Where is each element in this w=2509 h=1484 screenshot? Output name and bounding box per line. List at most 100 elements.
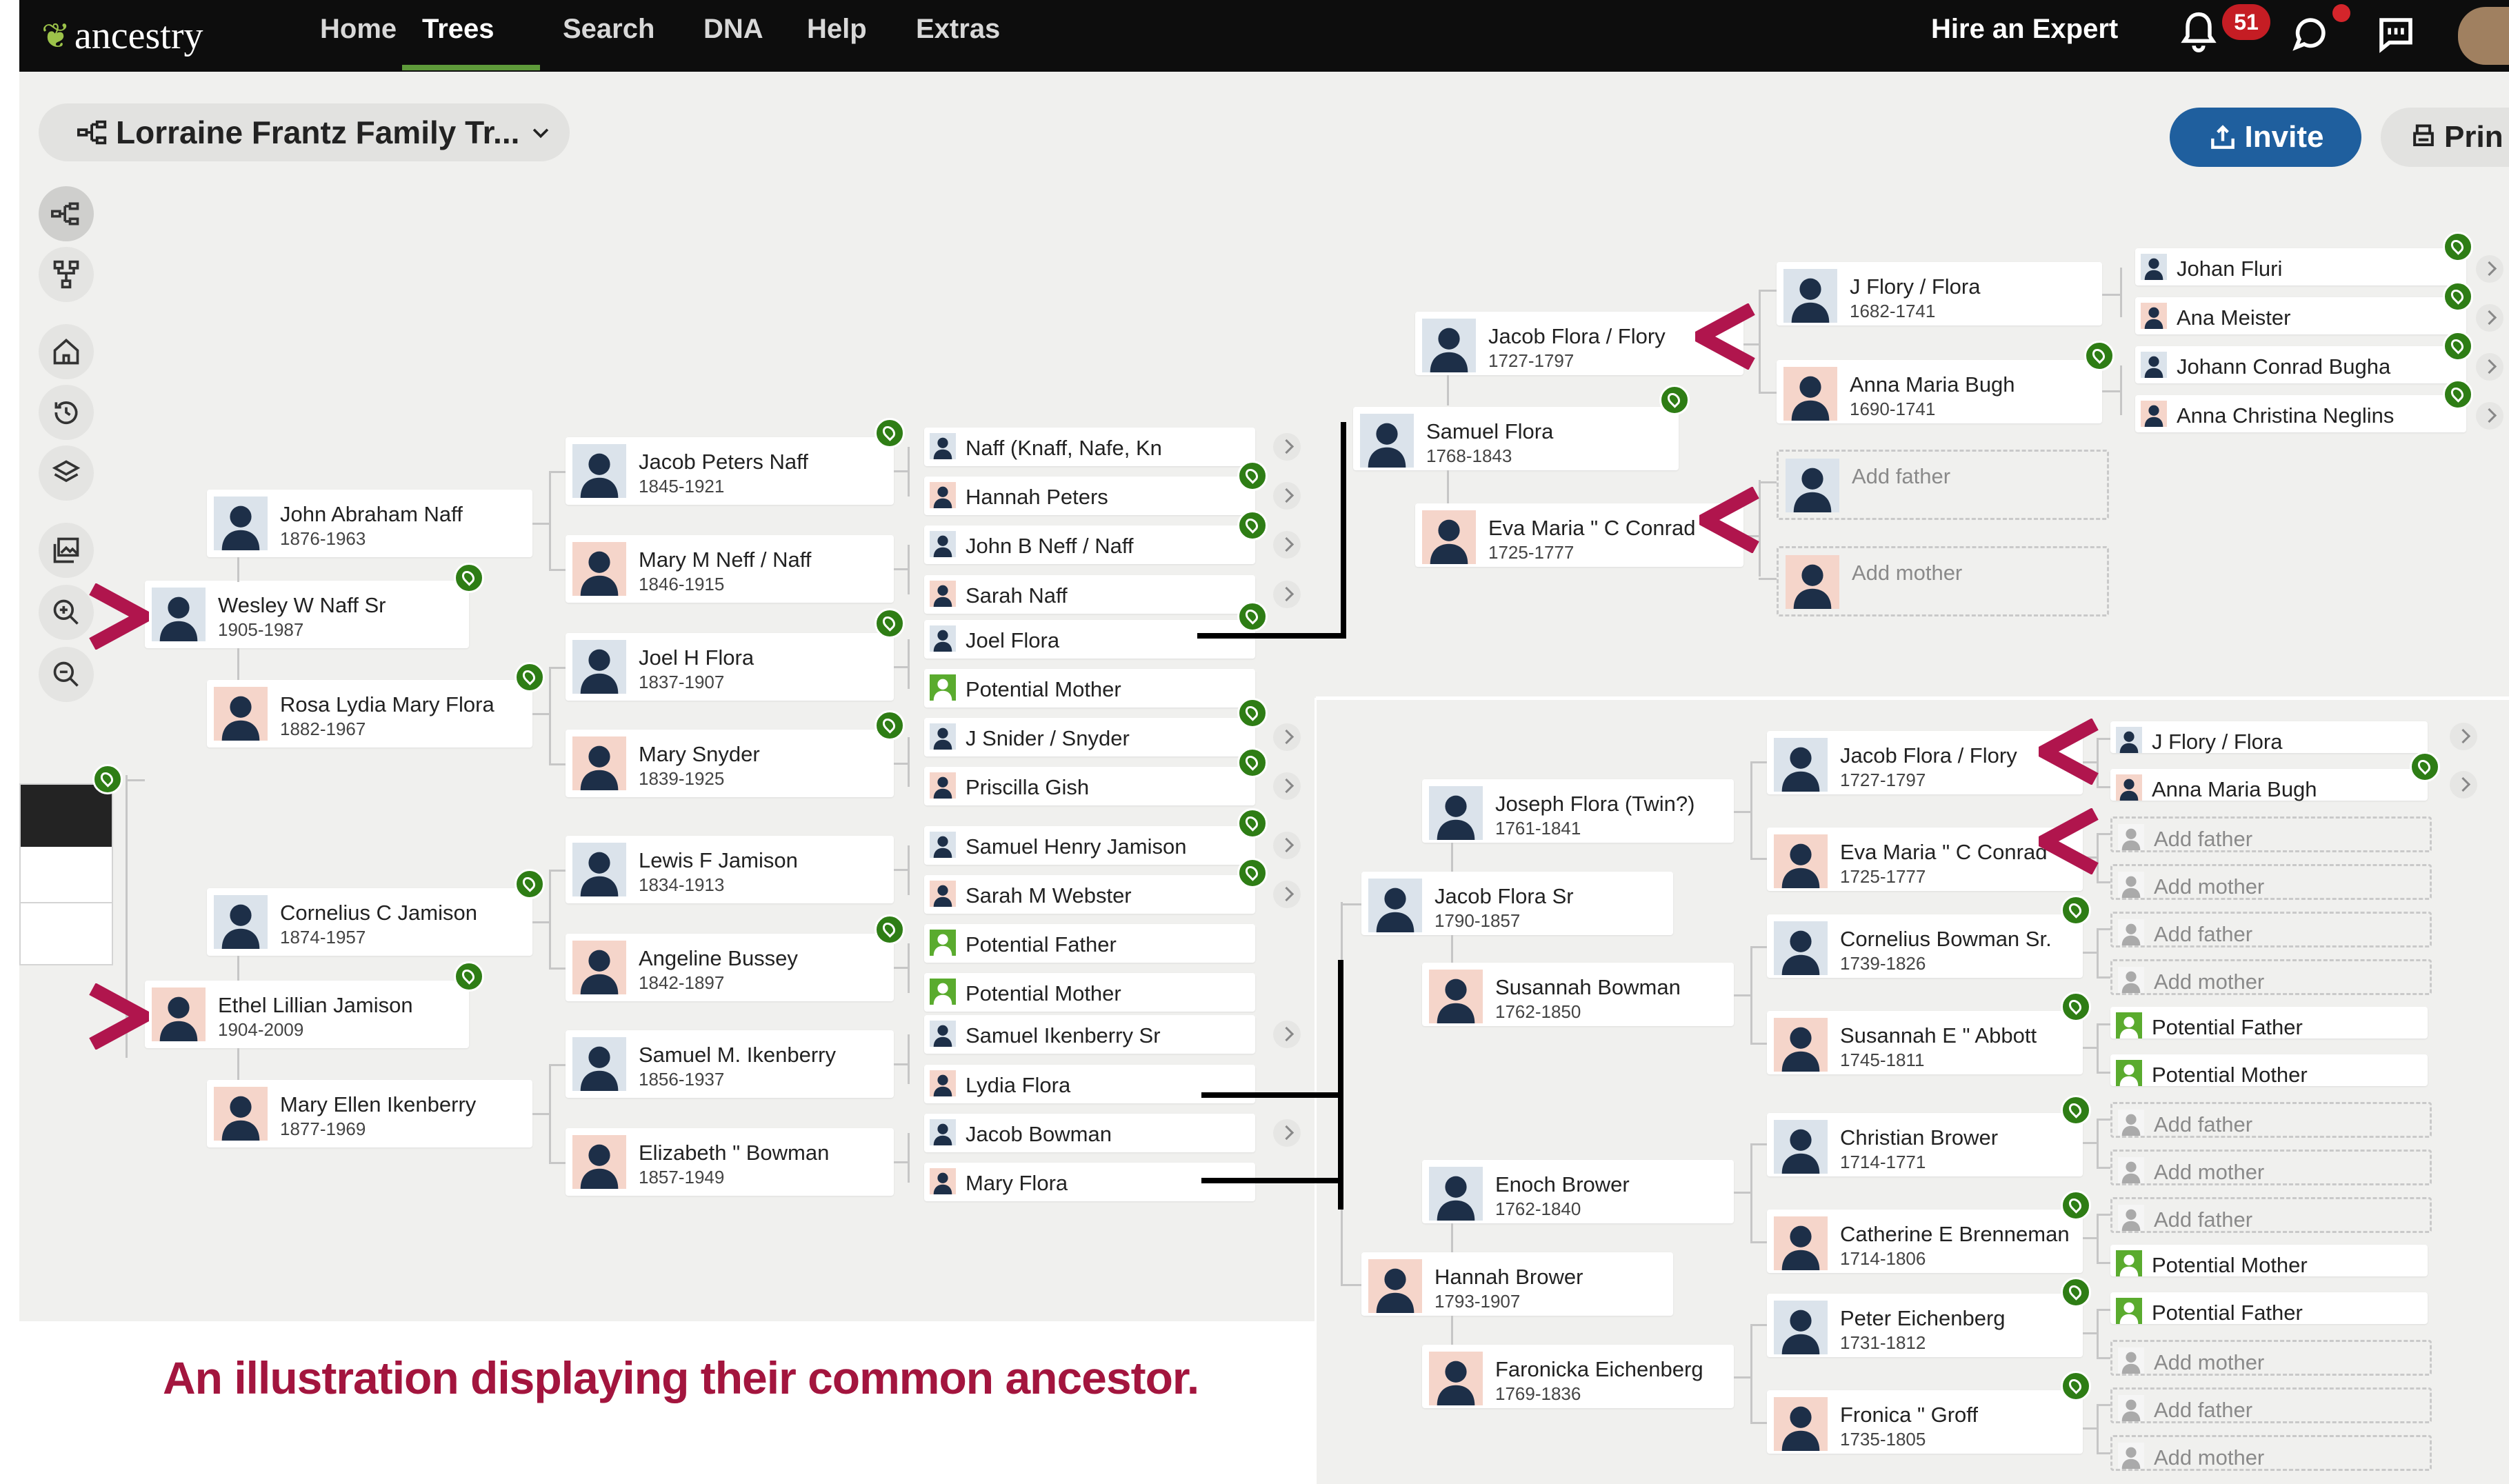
ancestor-card-add-father[interactable]: Add father: [2110, 1387, 2432, 1423]
recent-history-button[interactable]: [39, 385, 94, 440]
expand-chevron-icon[interactable]: [1273, 580, 1301, 608]
person-card-angeline-bussey[interactable]: Angeline Bussey 1842-1897: [566, 934, 894, 1001]
ancestor-card-potential-mother[interactable]: Potential Mother: [2110, 1245, 2428, 1277]
person-card-elizabeth-bowman[interactable]: Elizabeth " Bowman 1857-1949: [566, 1128, 894, 1196]
person-card-enoch-brower[interactable]: Enoch Brower 1762-1840: [1422, 1160, 1734, 1223]
ancestor-card-add-father[interactable]: Add father: [2110, 912, 2432, 947]
zoom-out-button[interactable]: [39, 647, 94, 702]
hint-leaf-icon[interactable]: [874, 914, 905, 945]
ancestor-card-ana-meister[interactable]: Ana Meister: [2135, 297, 2466, 334]
ancestor-card-add-mother[interactable]: Add mother: [2110, 959, 2432, 995]
hint-leaf-icon[interactable]: [92, 764, 123, 794]
ancestor-card-j-snider-snyder[interactable]: J Snider / Snyder: [924, 718, 1255, 757]
person-card-samuel-flora[interactable]: Samuel Flora 1768-1843: [1353, 407, 1679, 470]
person-card-eva-maria-conrad[interactable]: Eva Maria " C Conrad 1725-1777: [1415, 503, 1743, 567]
hint-leaf-icon[interactable]: [2061, 1095, 2091, 1125]
ancestor-card-jacob-bowman[interactable]: Jacob Bowman: [924, 1113, 1255, 1152]
hint-leaf-icon[interactable]: [1237, 858, 1268, 888]
person-card-mary-snyder[interactable]: Mary Snyder 1839-1925: [566, 730, 894, 797]
hire-an-expert-link[interactable]: Hire an Expert: [1931, 14, 2118, 45]
ancestor-card-sarah-m-webster[interactable]: Sarah M Webster: [924, 874, 1255, 914]
person-card-jacob-flora-flory[interactable]: Jacob Flora / Flory 1727-1797: [1415, 312, 1743, 375]
ancestor-card-add-father[interactable]: Add father: [2110, 1102, 2432, 1138]
person-card-rosa-lydia-mary-flora[interactable]: Rosa Lydia Mary Flora 1882-1967: [207, 680, 532, 748]
person-card-catherine-e-brenneman[interactable]: Catherine E Brenneman 1714-1806: [1767, 1210, 2083, 1273]
add-father-card[interactable]: Add father: [1777, 450, 2109, 520]
nav-search[interactable]: Search: [563, 14, 654, 45]
person-card-jacob-flora-flory[interactable]: Jacob Flora / Flory 1727-1797: [1767, 731, 2083, 794]
tree-selector-dropdown[interactable]: Lorraine Frantz Family Tr...: [39, 103, 570, 161]
person-card-cornelius-c-jamison[interactable]: Cornelius C Jamison 1874-1957: [207, 888, 532, 956]
hint-leaf-icon[interactable]: [1659, 385, 1690, 415]
hint-leaf-icon[interactable]: [1237, 808, 1268, 839]
hint-leaf-icon[interactable]: [454, 563, 484, 593]
ancestor-card-anna-christina-neglins[interactable]: Anna Christina Neglins: [2135, 395, 2466, 432]
person-card-wesley-w-naff-sr[interactable]: Wesley W Naff Sr 1905-1987: [145, 581, 469, 648]
add-mother-card[interactable]: Add mother: [1777, 546, 2109, 616]
person-card-christian-brower[interactable]: Christian Brower 1714-1771: [1767, 1113, 2083, 1176]
invite-button[interactable]: Invite: [2170, 108, 2361, 167]
ancestor-card-potential-father[interactable]: Potential Father: [2110, 1292, 2428, 1325]
ancestor-card-anna-maria-bugh[interactable]: Anna Maria Bugh: [2110, 769, 2428, 801]
person-card-faronicka-eichenberg[interactable]: Faronicka Eichenberg 1769-1836: [1422, 1345, 1734, 1408]
person-card-samuel-m-ikenberry[interactable]: Samuel M. Ikenberry 1856-1937: [566, 1030, 894, 1098]
hint-leaf-icon[interactable]: [514, 662, 545, 692]
person-card-joel-h-flora[interactable]: Joel H Flora 1837-1907: [566, 633, 894, 701]
ancestor-card-sarah-naff[interactable]: Sarah Naff: [924, 574, 1255, 614]
hint-leaf-icon[interactable]: [454, 961, 484, 992]
hint-leaf-icon[interactable]: [2061, 992, 2091, 1022]
ancestor-card-add-mother[interactable]: Add mother: [2110, 1340, 2432, 1376]
person-card-hannah-brower[interactable]: Hannah Brower 1793-1907: [1361, 1252, 1673, 1316]
expand-chevron-icon[interactable]: [1273, 723, 1301, 752]
person-card-fronica-groff[interactable]: Fronica " Groff 1735-1805: [1767, 1390, 2083, 1454]
ancestor-card-johann-conrad-bugha[interactable]: Johann Conrad Bugha: [2135, 346, 2466, 383]
family-view-button[interactable]: [39, 247, 94, 302]
person-card-jacob-peters-naff[interactable]: Jacob Peters Naff 1845-1921: [566, 437, 894, 505]
person-card-susannah-bowman[interactable]: Susannah Bowman 1762-1850: [1422, 963, 1734, 1026]
expand-chevron-icon[interactable]: [1273, 831, 1301, 859]
nav-extras[interactable]: Extras: [916, 14, 1000, 45]
nav-dna[interactable]: DNA: [703, 14, 763, 45]
nav-help[interactable]: Help: [807, 14, 867, 45]
expand-chevron-icon[interactable]: [2476, 353, 2503, 381]
user-avatar[interactable]: [2458, 7, 2509, 65]
person-card-joseph-flora[interactable]: Joseph Flora (Twin?) 1761-1841: [1422, 779, 1734, 843]
nav-trees[interactable]: Trees: [422, 14, 494, 45]
hint-leaf-icon[interactable]: [2084, 341, 2115, 371]
expand-chevron-icon[interactable]: [1273, 482, 1301, 510]
ancestor-card-potential-mother[interactable]: Potential Mother: [924, 669, 1255, 708]
zoom-in-button[interactable]: [39, 585, 94, 640]
ancestor-card-j-flory-flora[interactable]: J Flory / Flora: [2110, 721, 2428, 754]
ancestor-card-samuel-ikenberry-sr[interactable]: Samuel Ikenberry Sr: [924, 1015, 1255, 1054]
expand-chevron-icon[interactable]: [1273, 433, 1301, 461]
hint-leaf-icon[interactable]: [2443, 379, 2473, 410]
ancestor-card-potential-father[interactable]: Potential Father: [2110, 1007, 2428, 1039]
hint-leaf-icon[interactable]: [2443, 281, 2473, 312]
ancestor-card-add-mother[interactable]: Add mother: [2110, 864, 2432, 900]
expand-chevron-icon[interactable]: [2450, 723, 2477, 750]
ancestor-card-joel-flora[interactable]: Joel Flora: [924, 619, 1255, 659]
ancestor-card-add-father[interactable]: Add father: [2110, 816, 2432, 852]
bell-icon[interactable]: [2179, 11, 2218, 55]
ancestor-card-john-b-neff-naff[interactable]: John B Neff / Naff: [924, 525, 1255, 565]
ancestor-card-potential-mother[interactable]: Potential Mother: [2110, 1054, 2428, 1087]
hint-leaf-icon[interactable]: [514, 869, 545, 899]
ancestor-card-samuel-henry-jamison[interactable]: Samuel Henry Jamison: [924, 825, 1255, 865]
person-card-susannah-e-abbott[interactable]: Susannah E " Abbott 1745-1811: [1767, 1011, 2083, 1074]
ancestor-card-add-father[interactable]: Add father: [2110, 1197, 2432, 1233]
hint-leaf-icon[interactable]: [2061, 1277, 2091, 1307]
home-person-button[interactable]: [39, 324, 94, 379]
hint-leaf-icon[interactable]: [2443, 331, 2473, 361]
ancestor-card-hannah-peters[interactable]: Hannah Peters: [924, 477, 1255, 516]
expand-chevron-icon[interactable]: [2450, 771, 2477, 799]
hint-leaf-icon[interactable]: [1237, 748, 1268, 778]
expand-chevron-icon[interactable]: [1273, 880, 1301, 908]
nav-home[interactable]: Home: [320, 14, 397, 45]
expand-chevron-icon[interactable]: [1273, 1119, 1301, 1147]
hint-leaf-icon[interactable]: [2410, 752, 2440, 782]
expand-chevron-icon[interactable]: [2476, 255, 2503, 283]
ancestor-card-naff-knaff-nafe-kn[interactable]: Naff (Knaff, Nafe, Kn: [924, 428, 1255, 466]
person-card-j-flory-flora[interactable]: J Flory / Flora 1682-1741: [1777, 262, 2102, 325]
person-card-anna-maria-bugh[interactable]: Anna Maria Bugh 1690-1741: [1777, 360, 2102, 423]
ancestor-card-priscilla-gish[interactable]: Priscilla Gish: [924, 767, 1255, 806]
